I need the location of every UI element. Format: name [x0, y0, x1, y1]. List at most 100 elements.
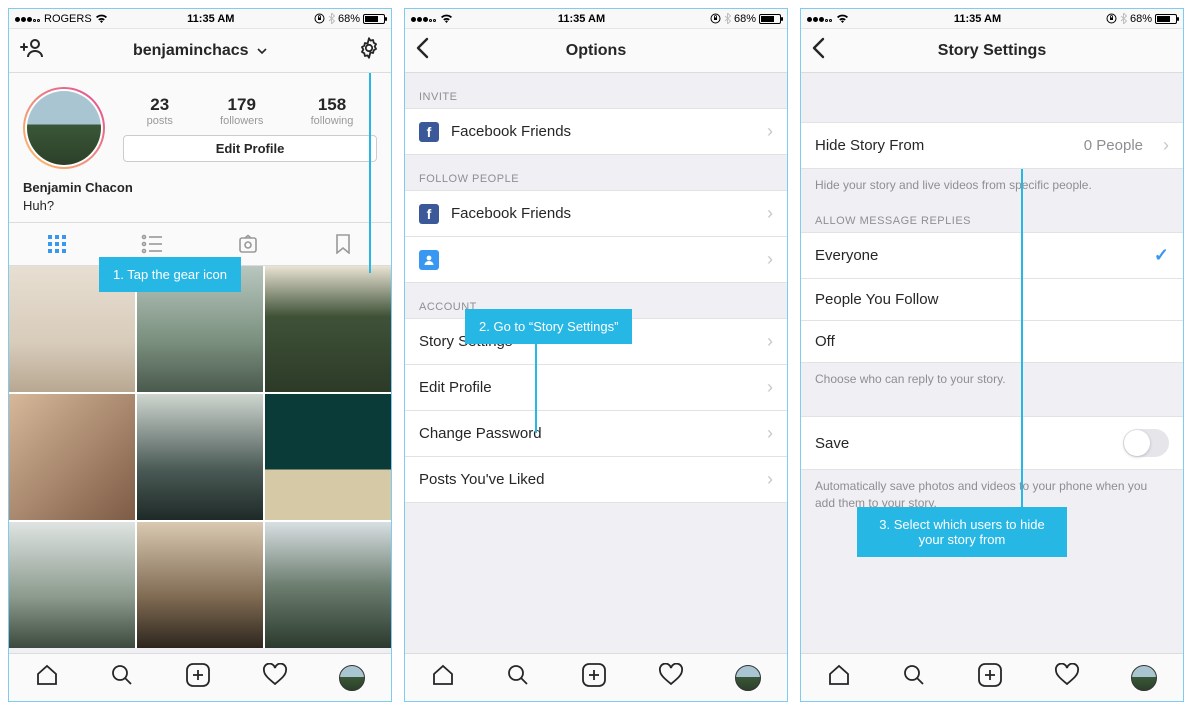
chevron-right-icon: ›	[767, 423, 773, 444]
photo-thumbnail[interactable]	[137, 394, 263, 520]
row-save-shared[interactable]: Save	[801, 416, 1183, 470]
page-title: Story Settings	[855, 42, 1129, 60]
tab-grid[interactable]	[9, 223, 105, 265]
photo-thumbnail[interactable]	[9, 394, 135, 520]
profile-bio: Benjamin Chacon Huh?	[23, 169, 377, 214]
row-posts-liked[interactable]: Posts You've Liked ›	[405, 456, 787, 503]
stat-posts[interactable]: 23 posts	[147, 95, 173, 127]
photo-thumbnail[interactable]	[265, 266, 391, 392]
row-invite-facebook[interactable]: f Facebook Friends ›	[405, 108, 787, 155]
wifi-icon	[836, 14, 849, 24]
callout-leader	[535, 343, 537, 433]
bluetooth-icon	[1120, 13, 1127, 24]
signal-dots-icon	[411, 13, 437, 25]
chevron-right-icon: ›	[767, 377, 773, 398]
nav-bar: benjaminchacs	[9, 29, 391, 73]
row-change-password[interactable]: Change Password ›	[405, 410, 787, 457]
facebook-icon: f	[419, 122, 439, 142]
checkmark-icon: ✓	[1154, 245, 1169, 266]
row-label: Posts You've Liked	[419, 471, 544, 488]
row-follow-contacts[interactable]: ›	[405, 236, 787, 283]
add-user-icon[interactable]	[19, 37, 43, 64]
row-label: Save	[815, 435, 849, 452]
row-label: People You Follow	[815, 291, 938, 308]
stat-following[interactable]: 158 following	[311, 95, 354, 127]
callout-step-3: 3. Select which users to hide your story…	[857, 507, 1067, 557]
tab-profile-icon[interactable]	[339, 665, 365, 691]
tab-profile-icon[interactable]	[1131, 665, 1157, 691]
tab-activity-icon[interactable]	[658, 663, 684, 692]
save-toggle[interactable]	[1123, 429, 1169, 457]
photo-grid	[9, 266, 391, 648]
photo-thumbnail[interactable]	[265, 394, 391, 520]
facebook-icon: f	[419, 204, 439, 224]
stat-posts-count: 23	[147, 95, 173, 115]
tab-add-icon[interactable]	[977, 662, 1003, 693]
gear-icon[interactable]	[357, 36, 381, 65]
battery-percent: 68%	[1130, 13, 1152, 25]
status-bar: ROGERS 11:35 AM 68%	[9, 9, 391, 29]
rotation-lock-icon	[1106, 13, 1117, 24]
chevron-right-icon: ›	[767, 331, 773, 352]
battery-percent: 68%	[734, 13, 756, 25]
row-reply-follow[interactable]: People You Follow	[801, 278, 1183, 321]
avatar[interactable]	[23, 87, 105, 169]
pane-options: 11:35 AM 68% Options INVITE f Facebook F…	[404, 8, 788, 702]
tab-search-icon[interactable]	[902, 663, 926, 692]
row-label: Everyone	[815, 247, 878, 264]
tab-search-icon[interactable]	[506, 663, 530, 692]
allow-replies-note: Choose who can reply to your story.	[801, 363, 1183, 391]
rotation-lock-icon	[314, 13, 325, 24]
wifi-icon	[440, 14, 453, 24]
tab-bar	[9, 653, 391, 701]
wifi-icon	[95, 14, 108, 24]
bluetooth-icon	[724, 13, 731, 24]
back-button[interactable]	[415, 37, 429, 64]
tab-search-icon[interactable]	[110, 663, 134, 692]
tab-activity-icon[interactable]	[262, 663, 288, 692]
row-reply-off[interactable]: Off	[801, 320, 1183, 363]
tab-activity-icon[interactable]	[1054, 663, 1080, 692]
section-invite: INVITE	[405, 73, 787, 109]
row-label: Change Password	[419, 425, 542, 442]
edit-profile-button[interactable]: Edit Profile	[123, 135, 377, 162]
tab-bar	[405, 653, 787, 701]
callout-step-2: 2. Go to “Story Settings”	[465, 309, 632, 344]
chevron-right-icon: ›	[1163, 135, 1169, 156]
photo-thumbnail[interactable]	[137, 522, 263, 648]
chevron-right-icon: ›	[767, 249, 773, 270]
username-dropdown[interactable]: benjaminchacs	[63, 42, 337, 60]
back-button[interactable]	[811, 37, 825, 64]
row-hide-story-from[interactable]: Hide Story From 0 People ›	[801, 122, 1183, 169]
tab-add-icon[interactable]	[581, 662, 607, 693]
story-settings-content: Hide Story From 0 People › Hide your sto…	[801, 73, 1183, 653]
status-bar: 11:35 AM 68%	[405, 9, 787, 29]
photo-thumbnail[interactable]	[265, 522, 391, 648]
photo-thumbnail[interactable]	[9, 522, 135, 648]
callout-leader	[369, 73, 371, 273]
row-label: Edit Profile	[419, 379, 492, 396]
tab-add-icon[interactable]	[185, 662, 211, 693]
stat-followers[interactable]: 179 followers	[220, 95, 263, 127]
tab-home-icon[interactable]	[431, 663, 455, 692]
tab-profile-icon[interactable]	[735, 665, 761, 691]
nav-bar: Options	[405, 29, 787, 73]
row-edit-profile[interactable]: Edit Profile ›	[405, 364, 787, 411]
battery-icon	[759, 14, 781, 24]
row-reply-everyone[interactable]: Everyone ✓	[801, 232, 1183, 279]
row-label: Off	[815, 333, 835, 350]
section-follow: FOLLOW PEOPLE	[405, 155, 787, 191]
stat-followers-count: 179	[220, 95, 263, 115]
tab-home-icon[interactable]	[35, 663, 59, 692]
chevron-right-icon: ›	[767, 203, 773, 224]
status-bar: 11:35 AM 68%	[801, 9, 1183, 29]
tab-home-icon[interactable]	[827, 663, 851, 692]
battery-icon	[1155, 14, 1177, 24]
row-label: Hide Story From	[815, 137, 924, 154]
stat-following-count: 158	[311, 95, 354, 115]
status-time: 11:35 AM	[558, 13, 605, 25]
tab-saved[interactable]	[296, 223, 392, 265]
callout-step-1: 1. Tap the gear icon	[99, 257, 241, 292]
battery-percent: 68%	[338, 13, 360, 25]
row-follow-facebook[interactable]: f Facebook Friends ›	[405, 190, 787, 237]
